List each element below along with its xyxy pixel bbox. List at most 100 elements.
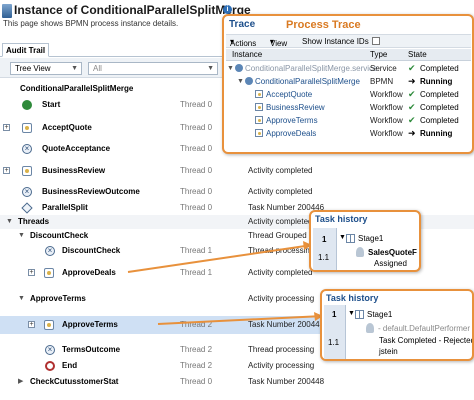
user-task-icon [22, 166, 32, 176]
check-icon: ✔ [408, 89, 416, 99]
trace-instance[interactable]: AcceptQuote [266, 88, 312, 101]
exclusive-gateway-icon: × [45, 345, 55, 355]
row-name: BusinessReviewOutcome [42, 187, 140, 196]
info-icon[interactable]: i [223, 5, 232, 14]
row-status: Thread processing [248, 246, 315, 255]
row-name: ConditionalParallelSplitMerge [20, 84, 134, 93]
table-row[interactable]: × BusinessReviewOutcome Thread 0 Activit… [0, 185, 474, 199]
filter-select-value: All [93, 64, 102, 73]
parallel-gateway-icon [21, 202, 33, 214]
table-row[interactable]: ▶ CheckCutusstomerStat Thread 0 Task Num… [0, 375, 474, 389]
trace-instance[interactable]: ConditionalParallelSplitMerge [255, 75, 360, 88]
trace-title: Trace [229, 19, 256, 30]
user-task-icon [44, 320, 54, 330]
assignee-name: SalesQuoteF [368, 248, 417, 257]
row-status: Thread processing [248, 345, 315, 354]
row-thread: Thread 0 [180, 377, 213, 386]
trace-row[interactable]: ApproveTerms Workflow ✔ Completed [226, 114, 471, 127]
trace-state: Completed [420, 103, 459, 112]
trace-state: Running [420, 77, 453, 86]
trace-state: Completed [420, 64, 459, 73]
check-icon: ✔ [408, 63, 416, 73]
collapse-icon[interactable]: ▼ [18, 292, 25, 306]
trace-instance[interactable]: BusinessReview [266, 101, 325, 114]
trace-instance[interactable]: ApproveDeals [266, 127, 316, 140]
collapse-icon[interactable]: ▼ [339, 234, 346, 241]
task-history-title: Task history [326, 293, 379, 303]
row-thread: Thread 0 [180, 123, 213, 132]
row-name: ParallelSplit [42, 203, 88, 212]
check-icon: ✔ [408, 115, 416, 125]
collapse-icon[interactable]: ▼ [237, 75, 244, 88]
row-thread: Thread 1 [180, 246, 213, 255]
trace-row[interactable]: ▼ ConditionalParallelSplitMerge.service … [226, 62, 471, 75]
trace-state: Completed [420, 116, 459, 125]
expand-icon[interactable]: + [28, 321, 35, 328]
expand-icon[interactable]: + [3, 167, 10, 174]
trace-instance[interactable]: ConditionalParallelSplitMerge.service [245, 62, 378, 75]
trace-row[interactable]: BusinessReview Workflow ✔ Completed [226, 101, 471, 114]
stage-name: Stage1 [367, 310, 393, 319]
task-status: Assigned [374, 259, 407, 268]
col-type: Type [370, 50, 388, 59]
row-name: CheckCutusstomerStat [30, 377, 119, 386]
stage-icon [346, 234, 355, 243]
end-event-icon [45, 361, 55, 371]
row-thread: Thread 0 [180, 203, 213, 212]
row-status: Activity processing [248, 294, 315, 303]
row-status: Task Number 200448 [248, 320, 325, 329]
row-status: Activity completed [248, 166, 313, 175]
row-name: End [62, 361, 78, 370]
exclusive-gateway-icon: × [45, 246, 55, 256]
trace-row[interactable]: AcceptQuote Workflow ✔ Completed [226, 88, 471, 101]
step-number: 1 [332, 310, 337, 319]
page-subtitle: This page shows BPMN process instance de… [3, 19, 179, 28]
row-name: Threads [18, 217, 50, 226]
view-menu[interactable]: View ▾ [270, 37, 287, 48]
stage-name: Stage1 [358, 234, 384, 243]
row-name: ApproveTerms [30, 294, 86, 303]
user-task-icon [255, 116, 263, 124]
user-task-icon [255, 103, 263, 111]
arrow-right-icon: ➜ [408, 76, 416, 86]
trace-type: Workflow [370, 90, 403, 99]
start-event-icon [22, 100, 32, 110]
filter-select[interactable]: All ▼ [88, 62, 218, 75]
row-status: Activity processing [248, 361, 315, 370]
chevron-down-icon: ▼ [71, 65, 78, 72]
task-history-title: Task history [315, 214, 368, 224]
row-name: QuoteAcceptance [42, 144, 111, 153]
collapse-icon[interactable]: ▼ [6, 215, 13, 229]
actions-label: Actions [230, 39, 257, 48]
trace-instance[interactable]: ApproveTerms [266, 114, 318, 127]
trace-annotation: Process Trace [286, 19, 361, 31]
chevron-down-icon: ▼ [207, 65, 214, 72]
table-row[interactable]: + BusinessReview Thread 0 Activity compl… [0, 164, 474, 178]
row-name: ApproveTerms [62, 320, 118, 329]
user-task-icon [22, 123, 32, 133]
table-row[interactable]: End Thread 2 Activity processing [0, 359, 474, 373]
page-title: Instance of ConditionalParallelSplitMerg… [14, 3, 251, 17]
trace-type: Workflow [370, 116, 403, 125]
expand-icon[interactable]: + [3, 124, 10, 131]
show-instance-ids-checkbox[interactable] [372, 37, 380, 45]
expand-icon[interactable]: + [28, 269, 35, 276]
expand-arrow-icon[interactable]: ▶ [18, 375, 23, 389]
row-thread: Thread 1 [180, 268, 213, 277]
row-name: DiscountCheck [62, 246, 121, 255]
collapse-icon[interactable]: ▼ [18, 229, 25, 243]
trace-row[interactable]: ApproveDeals Workflow ➜ Running [226, 127, 471, 140]
row-name: DiscountCheck [30, 231, 89, 240]
row-name: TermsOutcome [62, 345, 121, 354]
row-name: ApproveDeals [62, 268, 116, 277]
view-select[interactable]: Tree View ▼ [10, 62, 82, 75]
arrow-right-icon: ➜ [408, 128, 416, 138]
collapse-icon[interactable]: ▼ [348, 310, 355, 317]
tab-audit-trail[interactable]: Audit Trail [2, 43, 50, 57]
actions-menu[interactable]: Actions ▾ [230, 37, 256, 48]
trace-row[interactable]: ▼ ConditionalParallelSplitMerge BPMN ➜ R… [226, 75, 471, 88]
row-status: Activity completed [248, 187, 313, 196]
trace-type: BPMN [370, 77, 394, 86]
collapse-icon[interactable]: ▼ [227, 62, 234, 75]
row-status: Thread Grouped [248, 231, 307, 240]
